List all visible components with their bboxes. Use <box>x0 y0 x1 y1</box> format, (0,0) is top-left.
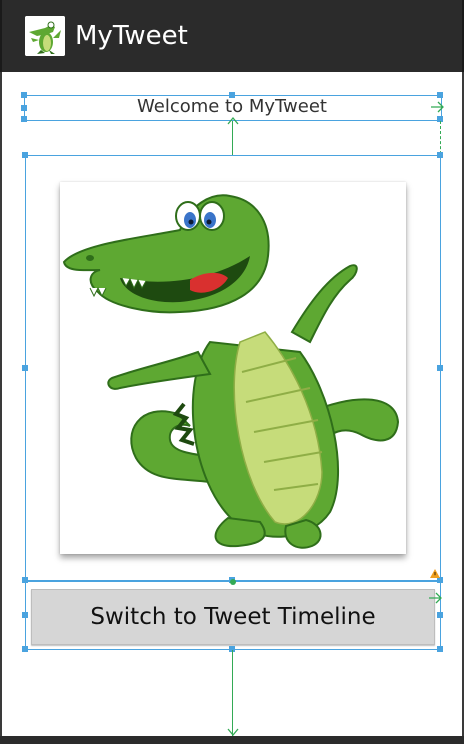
resize-handle[interactable] <box>437 152 443 158</box>
action-bar: MyTweet <box>0 0 464 72</box>
warning-icon[interactable] <box>430 569 440 578</box>
resize-handle[interactable] <box>22 365 28 371</box>
constraint-arrow-right-icon <box>431 101 444 113</box>
resize-handle[interactable] <box>21 116 27 122</box>
dancing-crocodile-image <box>60 182 406 554</box>
constraint-line <box>232 650 233 738</box>
welcome-text: Welcome to MyTweet <box>137 96 327 117</box>
resize-handle[interactable] <box>229 92 235 98</box>
constraint-arrow-down-icon <box>227 728 239 736</box>
app-title: MyTweet <box>75 21 188 51</box>
constraint-line <box>232 121 233 155</box>
resize-handle[interactable] <box>437 92 443 98</box>
resize-handle[interactable] <box>21 92 27 98</box>
switch-to-timeline-button[interactable]: Switch to Tweet Timeline <box>31 589 435 645</box>
bottom-frame-edge <box>0 736 464 744</box>
constraint-arrow-right-icon <box>429 592 442 604</box>
anchor-dot-icon <box>230 579 236 585</box>
resize-handle[interactable] <box>437 612 443 618</box>
resize-handle[interactable] <box>22 152 28 158</box>
constraint-arrow-icon <box>227 117 239 125</box>
left-frame-edge <box>0 72 2 736</box>
crocodile-app-icon <box>25 16 65 56</box>
resize-handle[interactable] <box>437 365 443 371</box>
resize-handle[interactable] <box>437 646 443 652</box>
resize-handle[interactable] <box>22 612 28 618</box>
resize-handle[interactable] <box>21 105 27 111</box>
resize-handle[interactable] <box>22 646 28 652</box>
